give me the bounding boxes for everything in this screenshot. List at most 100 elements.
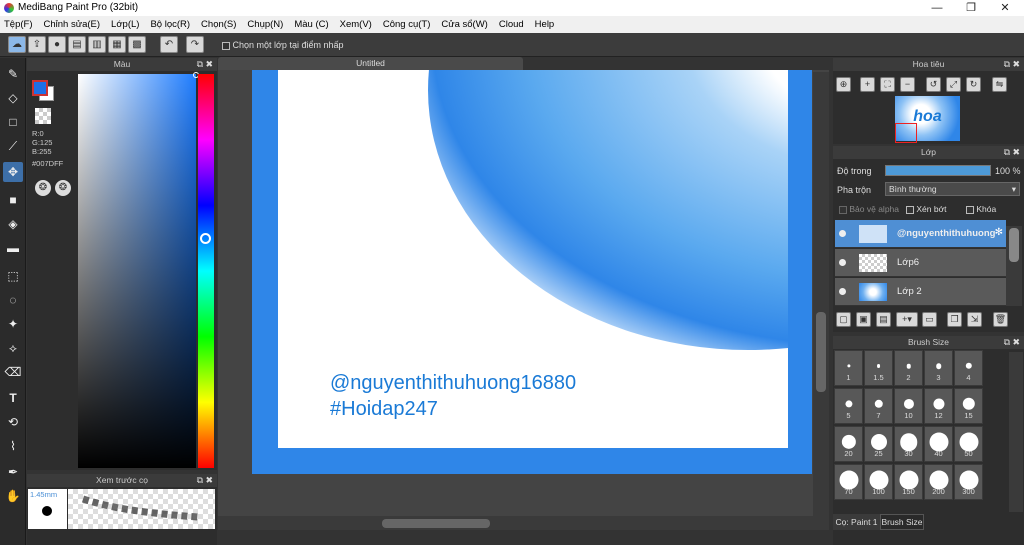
brush-size-cell[interactable]: 50 <box>954 426 983 462</box>
gradient-tool-icon[interactable]: ▬ <box>3 238 23 258</box>
brush-size-cell[interactable]: 12 <box>924 388 953 424</box>
hue-slider[interactable] <box>198 74 214 468</box>
float-icon[interactable]: ⧉ <box>1004 146 1010 159</box>
reset-icon[interactable]: ⤢ <box>946 77 961 92</box>
menu-help[interactable]: Help <box>535 19 555 30</box>
minimize-icon[interactable]: — <box>920 0 954 16</box>
hand-tool-icon[interactable]: ✋ <box>3 486 23 506</box>
palette-icon[interactable]: ❂ <box>35 180 51 196</box>
brush-size-cell[interactable]: 1.5 <box>864 350 893 386</box>
rotate-right-icon[interactable]: ↻ <box>966 77 981 92</box>
grid-icon[interactable]: ▩ <box>128 36 146 53</box>
select-layer-checkbox[interactable] <box>222 41 230 50</box>
eyedropper-tool-icon[interactable]: ⌇ <box>3 436 23 456</box>
menu-snap[interactable]: Chụp(N) <box>247 19 283 30</box>
zoom-out-icon[interactable]: − <box>900 77 915 92</box>
lock-option[interactable]: Khóa <box>966 204 996 214</box>
operation-tool-icon[interactable]: ⟲ <box>3 412 23 432</box>
brush-size-cell[interactable]: 20 <box>834 426 863 462</box>
magic-wand-tool-icon[interactable]: ✦ <box>3 314 23 334</box>
share-icon[interactable]: ⇪ <box>28 36 46 53</box>
visibility-icon[interactable] <box>839 288 846 295</box>
blend-mode-select[interactable]: Bình thường ▾ <box>885 182 1020 196</box>
brush-size-cell[interactable]: 30 <box>894 426 923 462</box>
add-layer-menu-icon[interactable]: +▾ <box>896 312 918 327</box>
zoom-icon[interactable]: ⊕ <box>836 77 851 92</box>
menu-filter[interactable]: Bộ lọc(R) <box>150 19 190 30</box>
comment-icon[interactable]: ● <box>48 36 66 53</box>
layer-row[interactable]: Lớp6 <box>835 249 1006 277</box>
new-layer-1bit-icon[interactable]: ▤ <box>876 312 891 327</box>
protect-alpha-option[interactable]: Bảo vệ alpha <box>839 204 899 214</box>
layer-scroll-thumb[interactable] <box>1009 228 1019 262</box>
pages-icon[interactable]: ▦ <box>108 36 126 53</box>
navigator-viewport[interactable] <box>895 123 917 143</box>
duplicate-layer-icon[interactable]: ❐ <box>947 312 962 327</box>
new-layer-icon[interactable]: ▢ <box>836 312 851 327</box>
merge-layer-icon[interactable]: ⇲ <box>967 312 982 327</box>
layer-list-scrollbar[interactable] <box>1006 226 1022 306</box>
brush-size-cell[interactable]: 4 <box>954 350 983 386</box>
opacity-slider[interactable] <box>885 165 991 176</box>
brush-size-cell[interactable]: 10 <box>894 388 923 424</box>
dot-tool-icon[interactable]: ⟋ <box>3 136 23 156</box>
maximize-icon[interactable]: ❐ <box>954 0 988 16</box>
menu-layer[interactable]: Lớp(L) <box>111 19 139 30</box>
select-tool-icon[interactable]: ⬚ <box>3 266 23 286</box>
close-icon[interactable]: ✖ <box>1012 336 1020 349</box>
close-icon[interactable]: ✖ <box>1012 58 1020 71</box>
redo-icon[interactable]: ↷ <box>186 36 204 53</box>
gear-icon[interactable]: ✻ <box>995 227 1003 238</box>
brush-size-cell[interactable]: 7 <box>864 388 893 424</box>
brush-tool-icon[interactable]: ✎ <box>3 64 23 84</box>
pen-tool-icon[interactable]: ✒ <box>3 462 23 482</box>
menu-select[interactable]: Chọn(S) <box>201 19 236 30</box>
folder-icon[interactable]: ▭ <box>922 312 937 327</box>
brush-size-cell[interactable]: 5 <box>834 388 863 424</box>
fill-rect-tool-icon[interactable]: ■ <box>3 190 23 210</box>
menu-edit[interactable]: Chỉnh sửa(E) <box>44 19 101 30</box>
protect-alpha-checkbox[interactable] <box>839 205 847 214</box>
brush-size-cell[interactable]: 25 <box>864 426 893 462</box>
foreground-color-swatch[interactable] <box>32 80 48 96</box>
transparent-color-swatch[interactable] <box>35 108 51 124</box>
vertical-scrollbar[interactable] <box>813 72 829 516</box>
eraser-tool-icon[interactable]: ◇ <box>3 88 23 108</box>
close-icon[interactable]: ✖ <box>1012 146 1020 159</box>
brush-size-cell[interactable]: 40 <box>924 426 953 462</box>
cloud-icon[interactable]: ☁ <box>8 36 26 53</box>
lock-checkbox[interactable] <box>966 205 974 214</box>
brush-size-scrollbar[interactable] <box>1009 352 1023 512</box>
float-icon[interactable]: ⧉ <box>197 474 203 487</box>
close-icon[interactable]: ✖ <box>205 474 213 487</box>
message-icon[interactable]: ▤ <box>68 36 86 53</box>
layer-row[interactable]: Lớp 2 <box>835 278 1006 306</box>
lasso-tool-icon[interactable]: ◌ <box>3 290 23 310</box>
document-canvas[interactable]: @nguyenthithuhuong16880 #Hoidap247 <box>252 70 812 474</box>
clipping-checkbox[interactable] <box>906 205 914 214</box>
menu-tools[interactable]: Công cụ(T) <box>383 19 431 30</box>
delete-layer-icon[interactable]: 🗑 <box>993 312 1008 327</box>
brush-size-cell[interactable]: 100 <box>864 464 893 500</box>
select-pen-tool-icon[interactable]: ⟡ <box>3 338 23 358</box>
close-icon[interactable]: ✖ <box>205 58 213 71</box>
menu-view[interactable]: Xem(V) <box>340 19 372 30</box>
visibility-icon[interactable] <box>839 259 846 266</box>
brush-size-cell[interactable]: 15 <box>954 388 983 424</box>
bucket-tool-icon[interactable]: ◈ <box>3 214 23 234</box>
document-tab[interactable]: Untitled <box>218 57 523 70</box>
float-icon[interactable]: ⧉ <box>197 58 203 71</box>
text-tool-icon[interactable]: T <box>3 388 23 408</box>
brush-size-cell[interactable]: 2 <box>894 350 923 386</box>
new-layer-8bit-icon[interactable]: ▣ <box>856 312 871 327</box>
brush-size-cell[interactable]: 1 <box>834 350 863 386</box>
select-eraser-tool-icon[interactable]: ⌫ <box>3 362 23 382</box>
flip-icon[interactable]: ⇋ <box>992 77 1007 92</box>
tab-brush[interactable]: Cọ: Paint 1 <box>833 514 880 530</box>
zoom-in-icon[interactable]: + <box>860 77 875 92</box>
menu-cloud[interactable]: Cloud <box>499 19 524 30</box>
menu-window[interactable]: Cửa sổ(W) <box>441 19 487 30</box>
brush-size-cell[interactable]: 150 <box>894 464 923 500</box>
menu-color[interactable]: Màu (C) <box>294 19 328 30</box>
canvas-area[interactable]: @nguyenthithuhuong16880 #Hoidap247 <box>218 70 829 516</box>
